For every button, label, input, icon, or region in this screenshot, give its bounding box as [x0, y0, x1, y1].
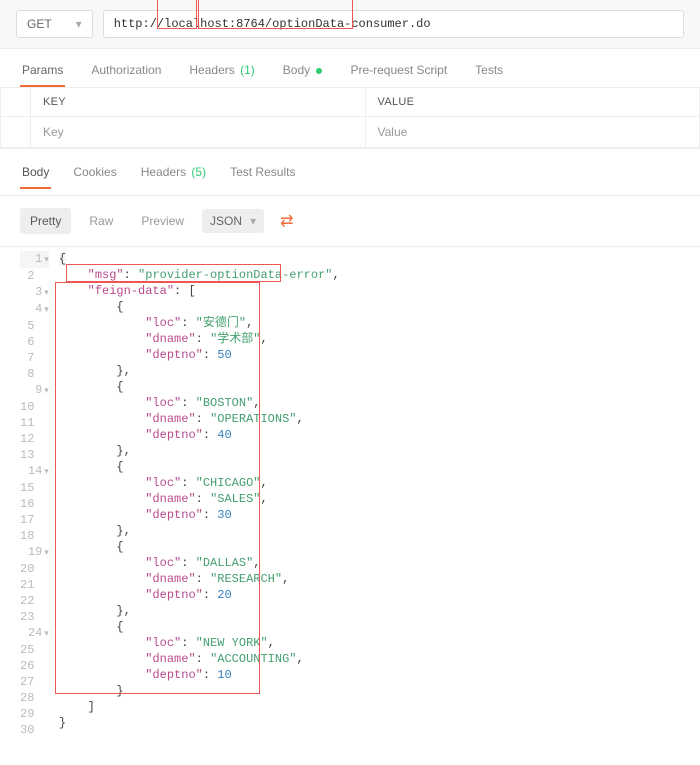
table-header: KEY VALUE	[1, 88, 699, 117]
value-header: VALUE	[366, 88, 700, 116]
tab-headers[interactable]: Headers (1)	[187, 59, 256, 87]
chevron-down-icon: ▾	[250, 214, 256, 228]
rtab-cookies[interactable]: Cookies	[71, 161, 118, 189]
body-indicator-icon	[316, 68, 322, 74]
checkbox-column	[1, 88, 31, 116]
chevron-down-icon: ▾	[76, 17, 82, 31]
http-method-select[interactable]: GET ▾	[16, 10, 93, 38]
key-input[interactable]: Key	[31, 117, 366, 147]
value-input[interactable]: Value	[366, 117, 700, 147]
wrap-lines-icon[interactable]: ⇄	[280, 211, 293, 231]
response-tabs: Body Cookies Headers (5) Test Results	[0, 149, 700, 196]
resp-headers-count: (5)	[191, 165, 206, 179]
view-pretty-button[interactable]: Pretty	[20, 208, 71, 234]
view-controls: Pretty Raw Preview JSON ▾ ⇄	[0, 196, 700, 247]
tab-authorization[interactable]: Authorization	[89, 59, 163, 87]
view-raw-button[interactable]: Raw	[79, 208, 123, 234]
url-text: http://localhost:8764/optionData-consume…	[114, 17, 431, 31]
response-body[interactable]: 1▾ 2 3▾ 4▾ 5 6 7 8 9▾ 10 11 12 13 14▾ 15…	[0, 247, 700, 758]
url-input[interactable]: http://localhost:8764/optionData-consume…	[103, 10, 684, 38]
tab-body[interactable]: Body	[281, 59, 325, 87]
http-method-value: GET	[27, 17, 52, 31]
tab-tests[interactable]: Tests	[473, 59, 505, 87]
row-checkbox[interactable]	[1, 117, 31, 147]
json-code[interactable]: { "msg": "provider-optionData-error", "f…	[59, 251, 340, 738]
format-select[interactable]: JSON ▾	[202, 209, 264, 233]
headers-count: (1)	[240, 63, 255, 77]
rtab-body[interactable]: Body	[20, 161, 51, 189]
table-row: Key Value	[1, 117, 699, 148]
rtab-testresults[interactable]: Test Results	[228, 161, 297, 189]
request-tabs: Params Authorization Headers (1) Body Pr…	[0, 49, 700, 88]
line-gutter: 1▾ 2 3▾ 4▾ 5 6 7 8 9▾ 10 11 12 13 14▾ 15…	[20, 251, 59, 738]
rtab-headers[interactable]: Headers (5)	[139, 161, 208, 189]
request-bar: GET ▾ http://localhost:8764/optionData-c…	[0, 0, 700, 49]
view-preview-button[interactable]: Preview	[131, 208, 194, 234]
params-table: KEY VALUE Key Value	[0, 88, 700, 149]
tab-params[interactable]: Params	[20, 59, 65, 87]
tab-prerequest[interactable]: Pre-request Script	[348, 59, 449, 87]
key-header: KEY	[31, 88, 366, 116]
